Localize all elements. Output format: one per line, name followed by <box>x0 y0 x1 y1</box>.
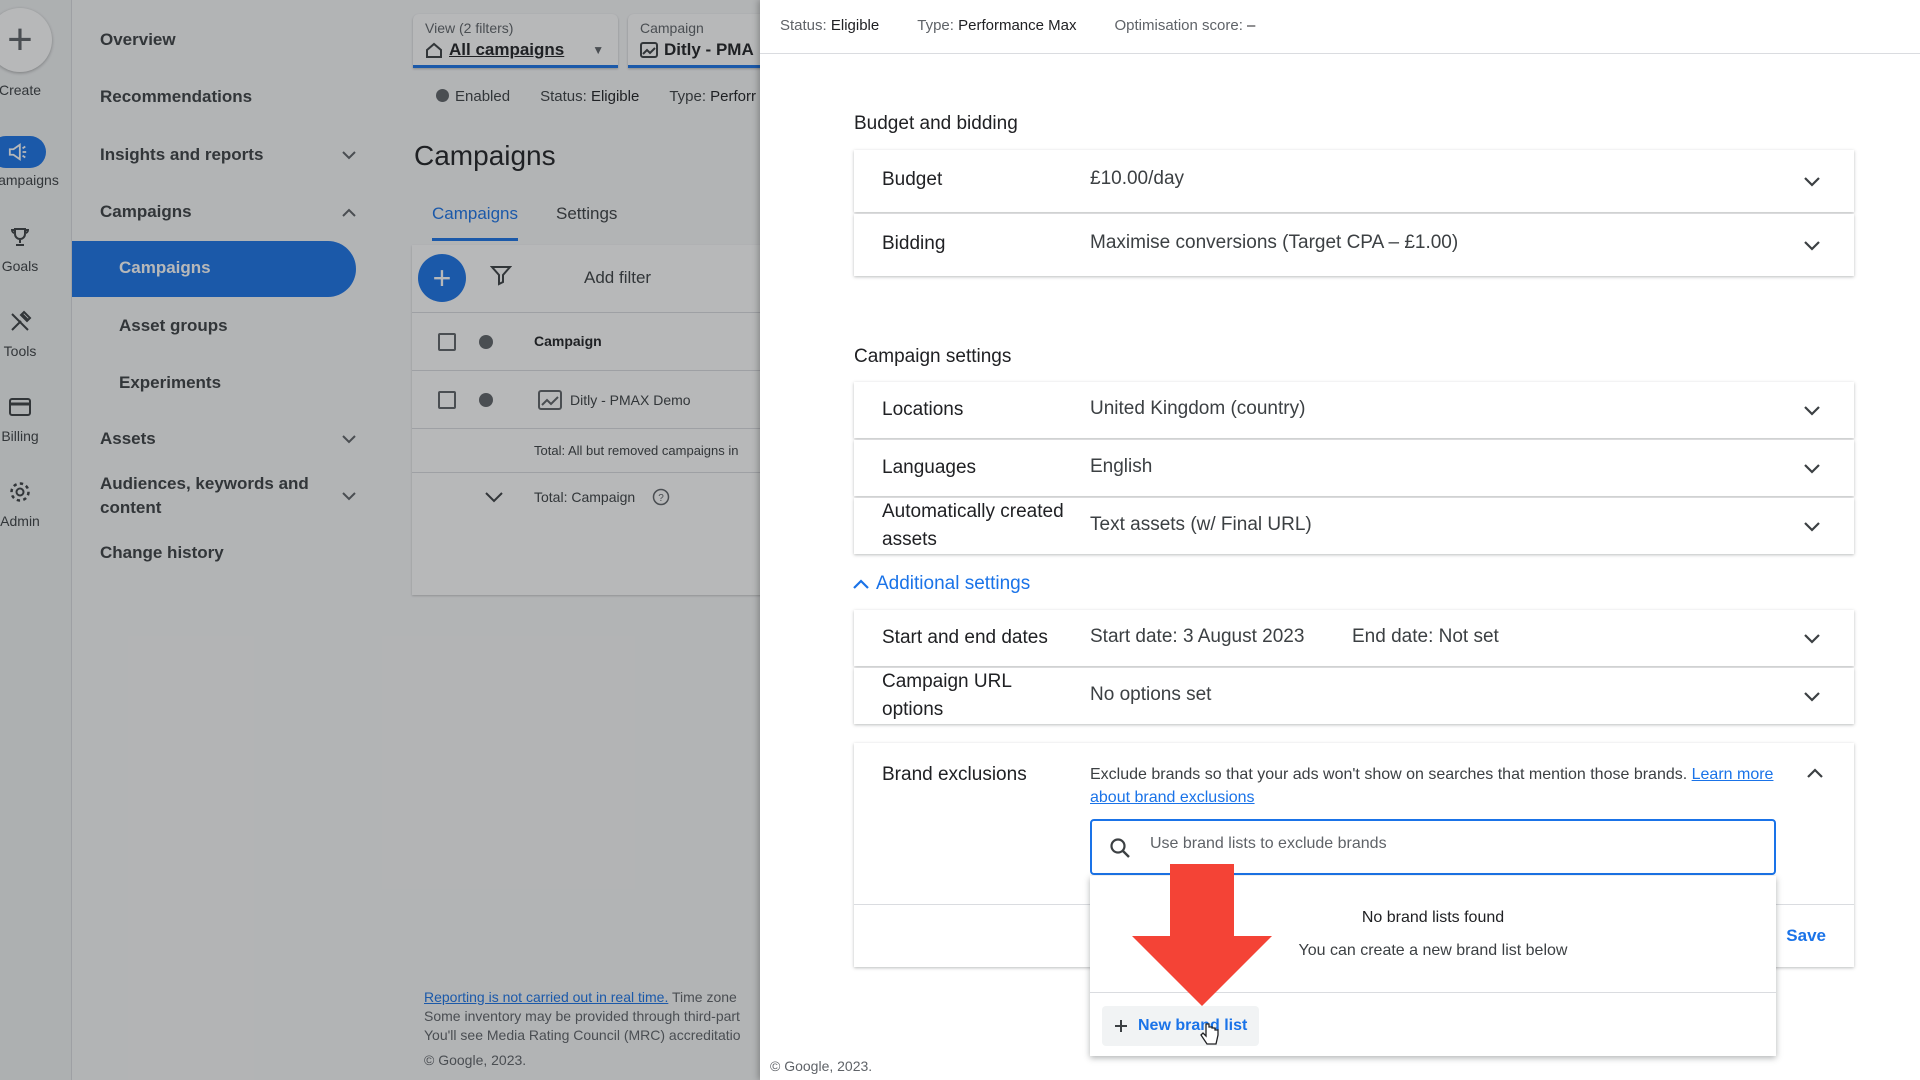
new-brand-list-button[interactable]: New brand list <box>1102 1006 1260 1046</box>
chevron-down-icon <box>1800 233 1824 257</box>
setting-languages[interactable]: Languages English <box>854 440 1854 496</box>
setting-budget[interactable]: Budget £10.00/day <box>854 150 1854 212</box>
setting-start-end-dates[interactable]: Start and end dates Start date: 3 August… <box>854 610 1854 666</box>
setting-locations[interactable]: Locations United Kingdom (country) <box>854 382 1854 438</box>
panel-status-value: Eligible <box>830 17 880 34</box>
additional-settings-toggle[interactable]: Additional settings <box>852 573 1030 595</box>
plus-icon <box>1115 1020 1127 1032</box>
brand-exclusions-description: Exclude brands so that your ads won't sh… <box>1090 766 1774 806</box>
chevron-up-icon <box>853 578 869 589</box>
setting-automatically-created-assets[interactable]: Automatically created assets Text assets… <box>854 498 1854 554</box>
chevron-down-icon <box>1800 514 1824 538</box>
brand-list-search-input[interactable] <box>1150 835 1750 853</box>
save-button[interactable]: Save <box>1786 926 1826 946</box>
chevron-up-icon[interactable] <box>1806 766 1824 784</box>
chevron-down-icon <box>1800 456 1824 480</box>
modal-backdrop[interactable] <box>0 0 760 1080</box>
panel-opt-score: – <box>1247 17 1256 34</box>
panel-status-bar: Status: Eligible Type: Performance Max O… <box>760 0 1920 54</box>
chevron-down-icon <box>1800 626 1824 650</box>
chevron-down-icon <box>1800 684 1824 708</box>
panel-type-value: Performance Max <box>958 17 1077 34</box>
setting-bidding[interactable]: Bidding Maximise conversions (Target CPA… <box>854 214 1854 276</box>
section-title-campaign-settings: Campaign settings <box>854 346 1012 367</box>
campaign-settings-panel: Status: Eligible Type: Performance Max O… <box>760 0 1920 1080</box>
chevron-down-icon <box>1800 169 1824 193</box>
hand-cursor-icon <box>1200 1023 1219 1045</box>
setting-campaign-url-options[interactable]: Campaign URL options No options set <box>854 668 1854 724</box>
red-arrow-annotation-icon <box>1132 864 1272 1006</box>
section-title-budget: Budget and bidding <box>854 113 1018 134</box>
chevron-down-icon <box>1800 398 1824 422</box>
search-icon <box>1110 838 1130 858</box>
panel-copyright: © Google, 2023. <box>770 1058 873 1074</box>
